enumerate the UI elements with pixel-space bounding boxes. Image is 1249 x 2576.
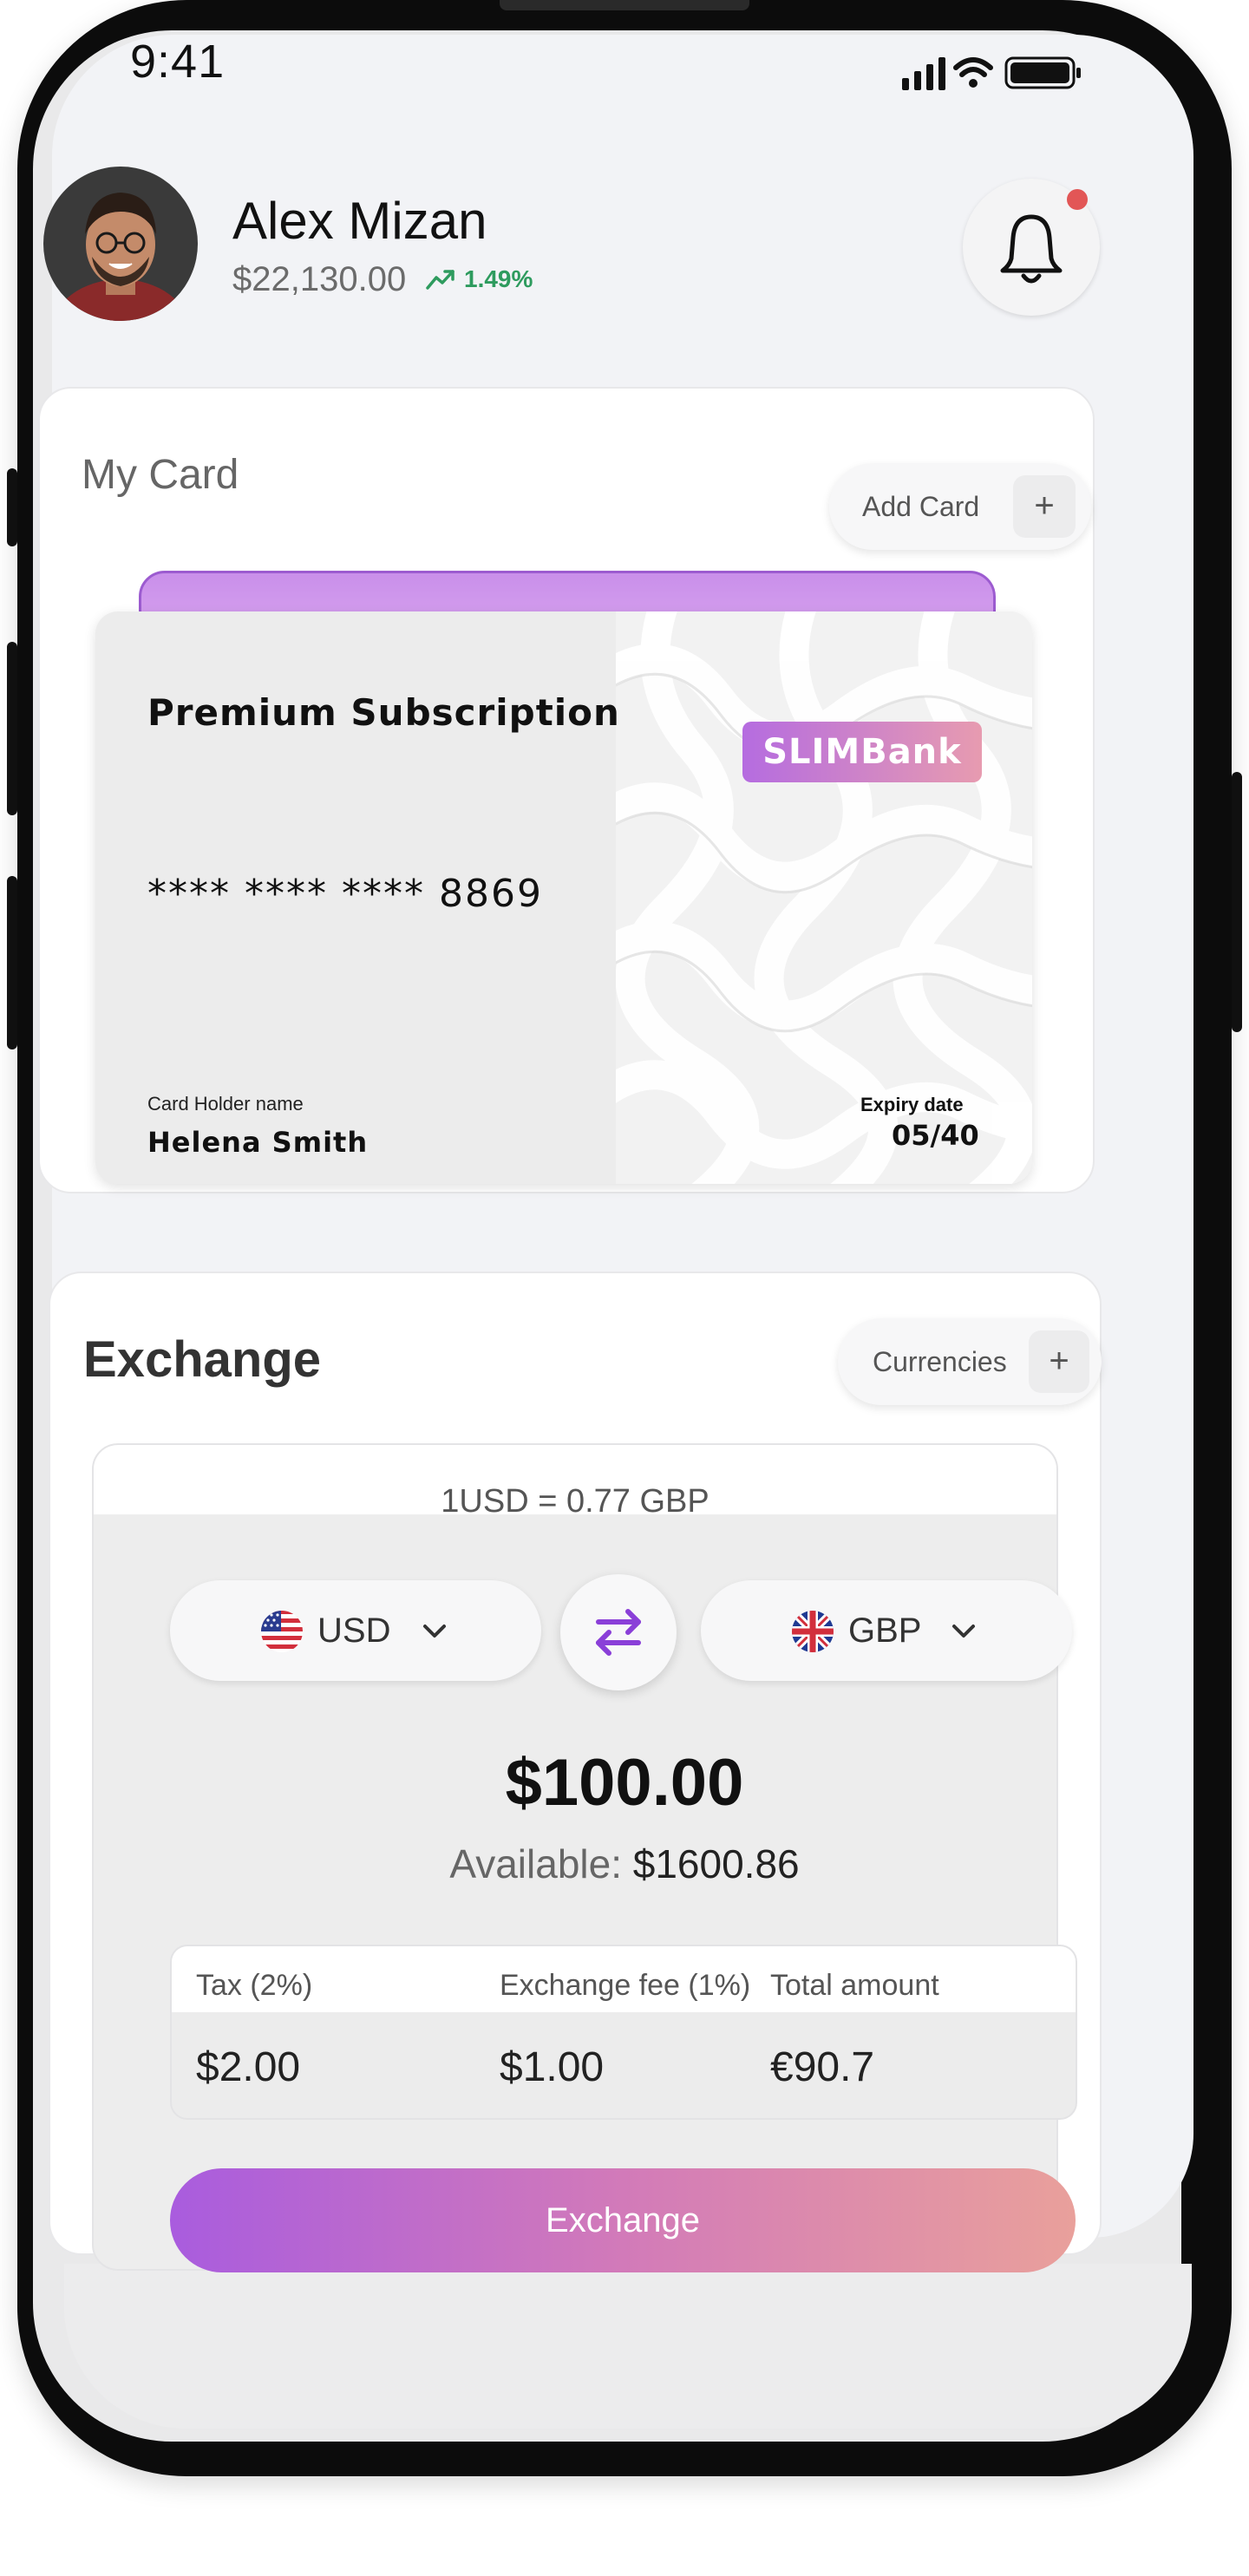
fee-value-total: €90.7 <box>770 2044 875 2090</box>
status-time: 9:41 <box>130 36 226 88</box>
mute-switch <box>7 468 17 546</box>
available-balance: Available: $1600.86 <box>0 1840 1249 1887</box>
bottom-area <box>64 2264 1192 2429</box>
user-name: Alex Mizan <box>232 192 487 250</box>
to-currency-code: GBP <box>848 1612 922 1650</box>
credit-card[interactable]: Premium Subscription **** **** **** 8869… <box>95 611 1032 1184</box>
my-card-title: My Card <box>82 452 239 498</box>
available-label: Available: <box>449 1841 622 1886</box>
chevron-down-icon <box>952 1625 975 1638</box>
avatar[interactable] <box>43 167 198 321</box>
plus-icon: + <box>1029 1330 1089 1393</box>
card-holder-label: Card Holder name <box>147 1093 304 1115</box>
add-card-button[interactable]: Add Card + <box>829 463 1091 550</box>
currencies-label: Currencies <box>873 1346 1007 1377</box>
uk-flag-icon <box>792 1611 834 1652</box>
volume-up-button <box>7 642 17 815</box>
signal-icon <box>902 57 945 90</box>
fee-label-exchange: Exchange fee (1%) <box>500 1969 751 2002</box>
exchange-amount[interactable]: $100.00 <box>0 1745 1249 1821</box>
card-pattern-image <box>616 611 1032 1184</box>
status-icons <box>902 56 1081 90</box>
available-value: $1600.86 <box>632 1841 800 1886</box>
us-flag-icon <box>261 1611 303 1652</box>
plus-icon: + <box>1013 475 1076 538</box>
avatar-image <box>43 167 198 321</box>
speaker-slot <box>500 0 749 10</box>
trend-percent: 1.49% <box>464 265 533 292</box>
volume-down-button <box>7 876 17 1049</box>
swap-arrows-icon <box>596 1609 641 1656</box>
expiry-label: Expiry date <box>860 1094 964 1115</box>
fee-value-exchange: $1.00 <box>500 2044 605 2090</box>
battery-icon <box>1004 56 1081 89</box>
currencies-button[interactable]: Currencies + <box>838 1318 1102 1405</box>
add-card-label: Add Card <box>862 491 980 522</box>
expiry-value: 05/40 <box>892 1119 979 1152</box>
fees-table: Tax (2%) Exchange fee (1%) Total amount … <box>170 1945 1077 2120</box>
swap-currency-button[interactable] <box>560 1574 677 1690</box>
exchange-title: Exchange <box>83 1331 321 1388</box>
card-holder-name: Helena Smith <box>147 1126 369 1159</box>
chevron-down-icon <box>423 1625 446 1638</box>
exchange-rate: 1USD = 0.77 GBP <box>441 1483 710 1520</box>
exchange-button[interactable]: Exchange <box>170 2168 1076 2272</box>
card-number: **** **** **** 8869 <box>147 872 543 916</box>
to-currency-select[interactable]: GBP <box>701 1580 1072 1681</box>
power-button <box>1232 772 1242 1032</box>
notification-dot <box>1067 189 1088 210</box>
balance: $22,130.00 <box>232 260 407 298</box>
fee-value-tax: $2.00 <box>196 2044 301 2090</box>
from-currency-select[interactable]: USD <box>170 1580 541 1681</box>
bank-logo: SLIMBank <box>742 722 982 782</box>
fee-label-total: Total amount <box>770 1969 939 2002</box>
card-title: Premium Subscription <box>147 691 620 734</box>
wifi-icon <box>953 57 993 88</box>
from-currency-code: USD <box>317 1612 391 1650</box>
fee-label-tax: Tax (2%) <box>196 1969 313 2002</box>
trending-up-icon <box>426 270 454 290</box>
